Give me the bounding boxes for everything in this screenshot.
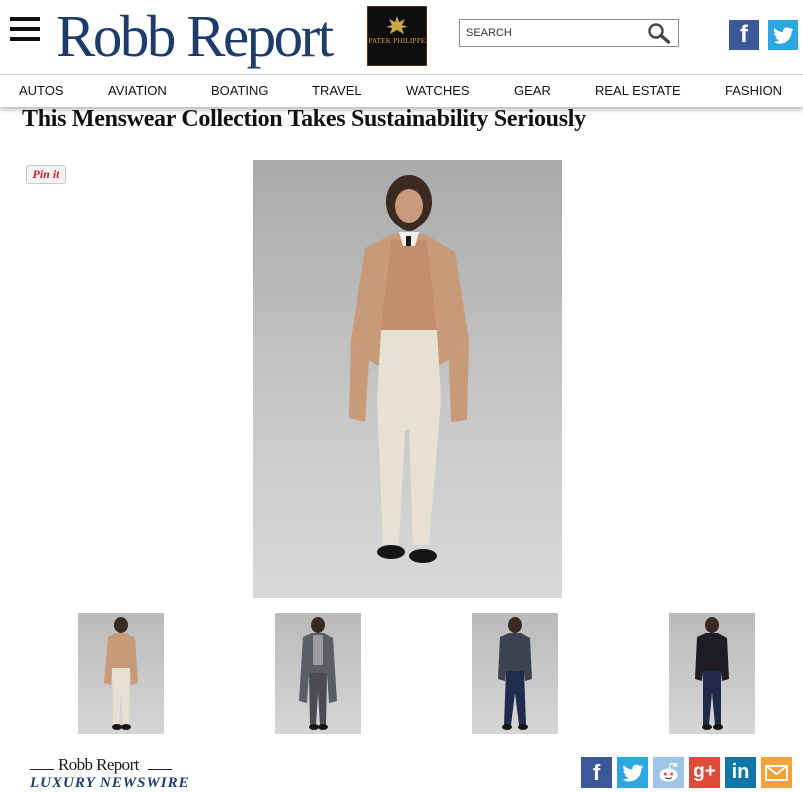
search-button[interactable] — [646, 22, 672, 44]
nav-item-watches[interactable]: WATCHES — [406, 83, 470, 98]
thumbnail-image — [299, 617, 337, 730]
share-facebook-button[interactable]: f — [581, 757, 612, 788]
logo-rule-right — [148, 769, 172, 770]
nav-item-fashion[interactable]: FASHION — [725, 83, 782, 98]
facebook-icon: f — [592, 760, 601, 785]
search-input[interactable] — [466, 23, 636, 43]
share-reddit-button[interactable] — [653, 757, 684, 788]
pin-it-button[interactable]: Pin it — [26, 165, 66, 184]
twitter-icon — [622, 764, 644, 782]
gallery-thumbnail[interactable] — [669, 613, 755, 734]
main-nav: AUTOS AVIATION BOATING TRAVEL WATCHES GE… — [0, 74, 803, 107]
email-icon — [765, 765, 788, 781]
newswire-logo-text: Robb Report — [58, 755, 139, 774]
reddit-icon — [659, 762, 678, 782]
twitter-link[interactable] — [768, 20, 798, 50]
share-linkedin-button[interactable]: in — [725, 757, 756, 788]
site-logo[interactable]: Robb Report — [56, 2, 334, 70]
linkedin-icon: in — [731, 761, 750, 783]
menu-icon[interactable] — [10, 17, 40, 41]
article-headline: This Menswear Collection Takes Sustainab… — [22, 106, 586, 132]
ad-brand-name: PATEK PHILIPPE — [368, 37, 426, 45]
menu-icon-bar — [10, 17, 40, 21]
search-box — [459, 19, 679, 47]
gallery-thumbnail[interactable] — [472, 613, 558, 734]
newswire-label: LUXURY NEWSWIRE — [30, 775, 190, 791]
nav-item-boating[interactable]: BOATING — [211, 83, 269, 98]
facebook-link[interactable]: f — [729, 20, 759, 50]
gallery-thumbnail[interactable] — [78, 613, 164, 734]
thumbnail-image — [104, 617, 138, 730]
nav-item-autos[interactable]: AUTOS — [19, 83, 64, 98]
menu-icon-bar — [10, 37, 40, 41]
google-plus-icon: g+ — [693, 761, 716, 782]
nav-item-travel[interactable]: TRAVEL — [312, 83, 362, 98]
nav-item-real-estate[interactable]: REAL ESTATE — [595, 83, 681, 98]
share-email-button[interactable] — [761, 757, 792, 788]
twitter-icon — [773, 27, 794, 44]
patek-philippe-ad[interactable]: PATEK PHILIPPE — [367, 6, 427, 66]
menu-icon-bar — [10, 27, 40, 31]
model-figure-illustration — [349, 175, 469, 563]
logo-rule-left — [30, 769, 54, 770]
search-icon — [648, 23, 671, 44]
facebook-icon: f — [740, 21, 748, 48]
gallery-thumbnail[interactable] — [275, 613, 361, 734]
share-twitter-button[interactable] — [617, 757, 648, 788]
share-google-plus-button[interactable]: g+ — [689, 757, 720, 788]
calatrava-cross-icon — [386, 16, 408, 34]
thumbnail-image — [695, 617, 729, 730]
thumbnail-image — [498, 617, 532, 730]
nav-item-gear[interactable]: GEAR — [514, 83, 551, 98]
nav-item-aviation[interactable]: AVIATION — [108, 83, 167, 98]
main-gallery-photo[interactable] — [253, 160, 562, 598]
